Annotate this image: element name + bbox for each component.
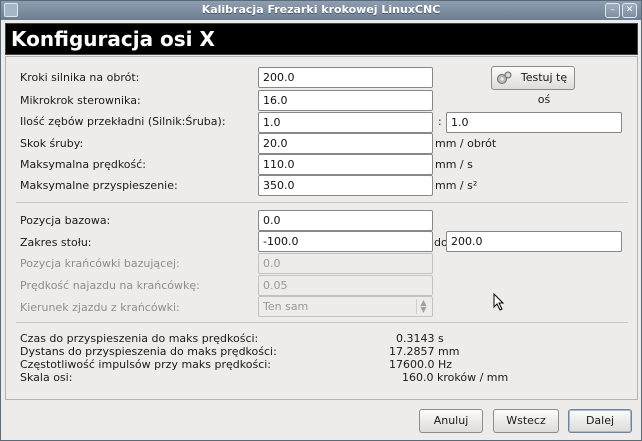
- info-accel-dist-label: Dystans do przyspieszenia do maks prędko…: [20, 345, 277, 358]
- test-axis-label: Testuj tę oś: [520, 71, 568, 106]
- spin-arrows-icon: ▲ ▼: [416, 299, 430, 314]
- steps-per-rev-label: Kroki silnika na obrót:: [20, 71, 140, 84]
- info-accel-time-label: Czas do przyspieszenia do maks prędkości…: [20, 332, 259, 345]
- home-search-vel-input[interactable]: 0.05: [258, 275, 433, 296]
- mouse-cursor-icon: [493, 293, 505, 311]
- test-axis-button[interactable]: Testuj tę oś: [491, 66, 575, 106]
- info-axis-scale-value: 160.0 kroków / mm: [402, 371, 509, 384]
- max-accel-unit: mm / s²: [435, 179, 478, 192]
- home-search-vel-label: Prędkość najazdu na krańcówkę:: [20, 279, 200, 292]
- cancel-button[interactable]: Anuluj: [419, 409, 483, 433]
- gear-ratio-label: Ilość zębów przekładni (Silnik:Śruba):: [20, 115, 226, 128]
- table-travel-min-input[interactable]: -100.0: [258, 231, 433, 252]
- screw-pitch-unit: mm / obrót: [435, 137, 497, 150]
- back-button-label: Wstecz: [506, 414, 546, 427]
- microstep-input[interactable]: 16.0: [258, 90, 433, 111]
- max-velocity-label: Maksymalna prędkość:: [20, 158, 147, 171]
- minimize-icon[interactable]: –: [605, 3, 620, 18]
- next-button-label: Dalej: [585, 414, 615, 427]
- max-velocity-unit: mm / s: [435, 158, 473, 171]
- screw-pitch-input[interactable]: 20.0: [258, 133, 433, 154]
- home-direction-label: Kierunek zjazdu z krańcówki:: [20, 301, 180, 314]
- max-accel-label: Maksymalne przyspieszenie:: [20, 179, 178, 192]
- max-velocity-input[interactable]: 110.0: [258, 154, 433, 175]
- home-direction-select[interactable]: Ten sam ▲ ▼: [258, 296, 433, 317]
- axis-config-panel: Kroki silnika na obrót: 200.0 Testuj tę …: [5, 56, 638, 400]
- home-direction-value: Ten sam: [263, 300, 309, 313]
- back-button[interactable]: Wstecz: [493, 409, 559, 433]
- next-button[interactable]: Dalej: [568, 409, 632, 433]
- info-axis-scale-label: Skala osi:: [20, 371, 73, 384]
- table-travel-label: Zakres stołu:: [20, 236, 92, 249]
- page-header: Konfiguracja osi X: [5, 23, 638, 55]
- title-bar[interactable]: Kalibracja Frezarki krokowej LinuxCNC – …: [1, 1, 641, 20]
- gear-ratio-separator: :: [438, 115, 442, 128]
- info-pulse-freq-label: Częstotliwość impulsów przy maks prędkoś…: [20, 358, 272, 371]
- section-divider: [16, 202, 628, 203]
- table-travel-max-input[interactable]: 200.0: [446, 231, 622, 252]
- info-accel-time-value: 0.3143 s: [396, 332, 444, 345]
- gear-screw-input[interactable]: 1.0: [446, 112, 622, 133]
- steps-per-rev-input[interactable]: 200.0: [258, 67, 433, 88]
- gear-motor-input[interactable]: 1.0: [258, 112, 433, 133]
- close-icon[interactable]: ✕: [622, 3, 637, 18]
- home-position-label: Pozycja bazowa:: [20, 214, 111, 227]
- page-title: Konfiguracja osi X: [11, 27, 215, 51]
- info-accel-dist-value: 17.2857 mm: [389, 345, 460, 358]
- home-switch-pos-label: Pozycja krańcówki bazującej:: [20, 257, 180, 270]
- max-accel-input[interactable]: 350.0: [258, 175, 433, 196]
- section-divider-2: [16, 322, 628, 323]
- home-position-input[interactable]: 0.0: [258, 210, 433, 231]
- window-title: Kalibracja Frezarki krokowej LinuxCNC: [201, 3, 441, 16]
- cancel-button-label: Anuluj: [433, 414, 469, 427]
- screw-pitch-label: Skok śruby:: [20, 137, 84, 150]
- microstep-label: Mikrokrok sterownika:: [20, 94, 141, 107]
- gears-icon: [497, 71, 512, 84]
- home-switch-pos-input[interactable]: 0.0: [258, 253, 433, 274]
- calibration-window: Kalibracja Frezarki krokowej LinuxCNC – …: [0, 0, 642, 441]
- info-pulse-freq-value: 17600.0 Hz: [389, 358, 453, 371]
